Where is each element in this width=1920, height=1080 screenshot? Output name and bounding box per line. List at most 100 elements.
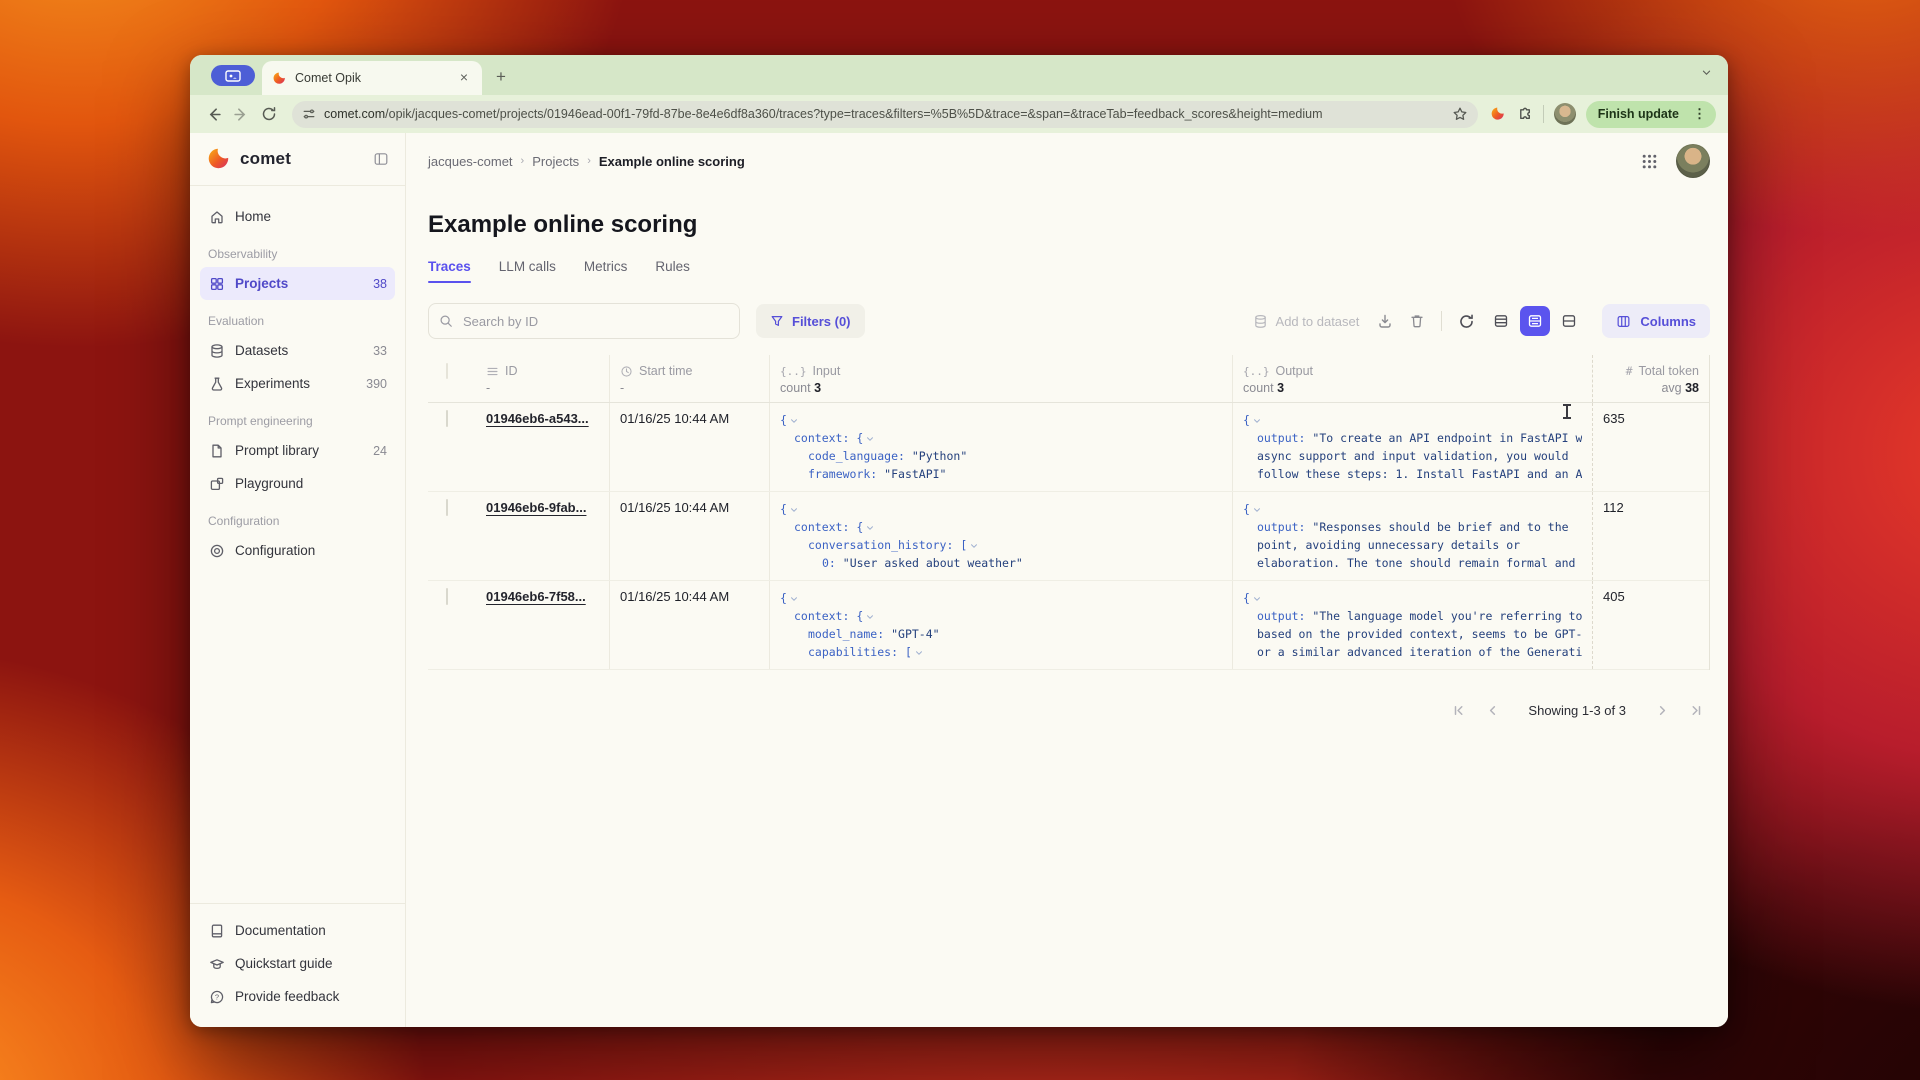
extensions-puzzle-icon[interactable] <box>1516 106 1533 123</box>
sidebar-collapse-icon[interactable] <box>373 151 389 167</box>
json-collapse-chevron-icon[interactable] <box>790 595 798 603</box>
first-page-icon[interactable] <box>1444 696 1472 724</box>
configuration-icon <box>208 542 225 559</box>
delete-trash-icon[interactable] <box>1401 305 1433 337</box>
refresh-icon[interactable] <box>1450 305 1482 337</box>
json-collapse-chevron-icon[interactable] <box>1253 506 1261 514</box>
tab-group-pill[interactable] <box>211 65 255 86</box>
columns-button[interactable]: Columns <box>1602 304 1710 338</box>
input-json-cell[interactable]: {context: {model_name: "GPT-4"capabiliti… <box>769 581 1232 669</box>
tab-close-icon[interactable]: × <box>456 70 472 86</box>
json-collapse-chevron-icon[interactable] <box>866 613 874 621</box>
input-json-cell[interactable]: {context: {conversation_history: [0: "Us… <box>769 492 1232 580</box>
last-page-icon[interactable] <box>1682 696 1710 724</box>
bookmark-star-icon[interactable] <box>1452 106 1468 122</box>
finish-update-button[interactable]: Finish update ⋮ <box>1586 101 1716 128</box>
projects-icon <box>208 275 225 292</box>
row-height-small-button[interactable] <box>1486 306 1516 336</box>
browser-tab[interactable]: Comet Opik × <box>262 61 482 95</box>
svg-text:?: ? <box>214 992 218 1001</box>
sidebar: comet HomeObservabilityProjects38Evaluat… <box>190 133 406 1027</box>
search-input[interactable] <box>461 313 729 330</box>
traces-toolbar: Filters (0) Add to dataset <box>428 303 1710 339</box>
tab-title: Comet Opik <box>295 71 448 85</box>
column-header-id[interactable]: ID- <box>476 355 609 402</box>
trace-id-link[interactable]: 01946eb6-9fab... <box>486 500 586 515</box>
sidebar-item-label: Prompt library <box>235 443 363 458</box>
sidebar-item-datasets[interactable]: Datasets33 <box>200 334 395 367</box>
json-collapse-chevron-icon[interactable] <box>866 435 874 443</box>
json-collapse-chevron-icon[interactable] <box>790 417 798 425</box>
start-time: 01/16/25 10:44 AM <box>620 589 729 604</box>
quickstart-icon <box>208 955 225 972</box>
breadcrumb-projects[interactable]: Projects <box>532 154 579 169</box>
sidebar-item-label: Documentation <box>235 923 387 938</box>
tab-llm-calls[interactable]: LLM calls <box>499 259 556 283</box>
json-collapse-chevron-icon[interactable] <box>790 506 798 514</box>
export-download-icon[interactable] <box>1369 305 1401 337</box>
input-json-cell[interactable]: {context: {code_language: "Python"framew… <box>769 403 1232 491</box>
trace-id-link[interactable]: 01946eb6-a543... <box>486 411 589 426</box>
sidebar-item-quickstart-guide[interactable]: Quickstart guide <box>200 947 395 980</box>
column-header-input[interactable]: {..}Inputcount 3 <box>769 355 1232 402</box>
column-header-total-token[interactable]: #Total tokenavg 38 <box>1592 355 1709 402</box>
page-tabs: Traces LLM calls Metrics Rules <box>428 259 1710 283</box>
sidebar-item-label: Projects <box>235 276 363 291</box>
row-height-medium-button[interactable] <box>1520 306 1550 336</box>
back-icon[interactable] <box>202 103 224 125</box>
search-input-wrapper[interactable] <box>428 303 740 339</box>
tab-traces[interactable]: Traces <box>428 259 471 283</box>
comet-extension-icon[interactable] <box>1490 106 1506 122</box>
sidebar-item-configuration[interactable]: Configuration <box>200 534 395 567</box>
tab-list-chevron-icon[interactable] <box>1701 67 1712 78</box>
column-header-start-time[interactable]: Start time- <box>609 355 769 402</box>
apps-grid-icon[interactable] <box>1641 153 1658 170</box>
filters-button[interactable]: Filters (0) <box>756 304 865 338</box>
url-path: /opik/jacques-comet/projects/01946ead-00… <box>385 107 1322 121</box>
output-json-cell[interactable]: {output: "The language model you're refe… <box>1232 581 1592 669</box>
sidebar-item-prompt-library[interactable]: Prompt library24 <box>200 434 395 467</box>
browser-profile-avatar[interactable] <box>1554 103 1576 125</box>
tab-rules[interactable]: Rules <box>655 259 690 283</box>
row-checkbox[interactable] <box>446 588 448 605</box>
breadcrumb-workspace[interactable]: jacques-comet <box>428 154 513 169</box>
next-page-icon[interactable] <box>1648 696 1676 724</box>
table-row: 01946eb6-7f58... 01/16/25 10:44 AM {contex… <box>428 581 1709 670</box>
new-tab-button[interactable]: + <box>496 67 506 87</box>
json-collapse-chevron-icon[interactable] <box>970 542 978 550</box>
add-to-dataset-button[interactable]: Add to dataset <box>1243 304 1370 338</box>
sidebar-section-label: Configuration <box>200 500 395 534</box>
row-checkbox[interactable] <box>446 499 448 516</box>
user-avatar[interactable] <box>1676 144 1710 178</box>
sidebar-item-label: Provide feedback <box>235 989 387 1004</box>
comet-logo-icon <box>206 146 232 172</box>
sidebar-item-label: Home <box>235 209 387 224</box>
tab-metrics[interactable]: Metrics <box>584 259 628 283</box>
column-header-output[interactable]: {..}Outputcount 3 <box>1232 355 1592 402</box>
address-bar[interactable]: comet.com/opik/jacques-comet/projects/01… <box>292 101 1478 128</box>
sidebar-item-documentation[interactable]: Documentation <box>200 914 395 947</box>
browser-menu-kebab-icon[interactable]: ⋮ <box>1687 106 1712 122</box>
output-json-cell[interactable]: {output: "To create an API endpoint in F… <box>1232 403 1592 491</box>
sidebar-item-playground[interactable]: Playground <box>200 467 395 500</box>
breadcrumb-current: Example online scoring <box>599 154 745 169</box>
json-collapse-chevron-icon[interactable] <box>915 649 923 657</box>
reload-icon[interactable] <box>258 103 280 125</box>
output-json-cell[interactable]: {output: "Responses should be brief and … <box>1232 492 1592 580</box>
sidebar-item-experiments[interactable]: Experiments390 <box>200 367 395 400</box>
prev-page-icon[interactable] <box>1478 696 1506 724</box>
row-checkbox[interactable] <box>446 410 448 427</box>
forward-icon[interactable] <box>230 103 252 125</box>
sidebar-item-home[interactable]: Home <box>200 200 395 233</box>
text-cursor <box>1566 404 1568 419</box>
site-settings-icon[interactable] <box>302 107 316 121</box>
sidebar-item-provide-feedback[interactable]: ? Provide feedback <box>200 980 395 1013</box>
select-all-checkbox[interactable] <box>446 363 448 379</box>
sidebar-item-projects[interactable]: Projects38 <box>200 267 395 300</box>
json-collapse-chevron-icon[interactable] <box>1253 417 1261 425</box>
row-height-large-button[interactable] <box>1554 306 1584 336</box>
trace-id-link[interactable]: 01946eb6-7f58... <box>486 589 586 604</box>
json-collapse-chevron-icon[interactable] <box>1253 595 1261 603</box>
json-collapse-chevron-icon[interactable] <box>866 524 874 532</box>
breadcrumb: jacques-comet › Projects › Example onlin… <box>428 154 1641 169</box>
